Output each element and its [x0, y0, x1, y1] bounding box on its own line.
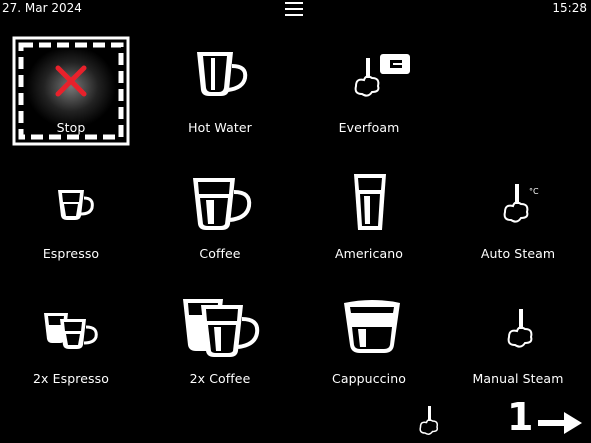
everfoam-button[interactable]: Everfoam: [310, 36, 428, 154]
time-display: 15:28: [552, 1, 587, 15]
stop-label: Stop: [56, 120, 86, 135]
date-display: 27. Mar 2024: [2, 1, 82, 15]
cappuccino-button[interactable]: Cappuccino: [310, 287, 428, 405]
double-coffee-button[interactable]: 2x Coffee: [161, 287, 279, 405]
double-espresso-label: 2x Espresso: [33, 371, 109, 386]
double-coffee-label: 2x Coffee: [189, 371, 251, 386]
coffee-button[interactable]: Coffee: [161, 162, 279, 280]
stop-x-icon: [55, 65, 87, 97]
hot-water-label: Hot Water: [188, 120, 252, 135]
everfoam-icon: [354, 54, 410, 97]
auto-steam-icon: °C: [503, 184, 539, 223]
auto-steam-unit: °C: [529, 187, 539, 196]
everfoam-label: Everfoam: [338, 120, 400, 135]
auto-steam-button[interactable]: °C Auto Steam: [459, 162, 577, 280]
manual-steam-label: Manual Steam: [472, 371, 564, 386]
menu-icon[interactable]: [285, 2, 303, 16]
americano-glass-icon: [354, 174, 386, 230]
double-espresso-button[interactable]: 2x Espresso: [12, 287, 130, 405]
hot-water-button[interactable]: Hot Water: [161, 36, 279, 154]
coffee-label: Coffee: [199, 246, 241, 261]
cappuccino-glass-icon: [344, 300, 400, 353]
manual-steam-icon: [507, 309, 533, 348]
cappuccino-label: Cappuccino: [332, 371, 406, 386]
page-number: 1: [507, 395, 534, 439]
status-bar: 27. Mar 2024 15:28: [0, 0, 591, 18]
hot-water-cup-icon: [197, 52, 248, 96]
manual-steam-button[interactable]: Manual Steam: [459, 287, 577, 405]
stop-button[interactable]: Stop: [12, 36, 130, 154]
espresso-button[interactable]: Espresso: [12, 162, 130, 280]
espresso-cup-icon: [58, 190, 94, 220]
auto-steam-label: Auto Steam: [480, 246, 556, 261]
double-coffee-icon: [183, 299, 260, 357]
coffee-cup-icon: [193, 178, 252, 230]
espresso-label: Espresso: [42, 246, 100, 261]
americano-label: Americano: [334, 246, 404, 261]
next-page-arrow-icon[interactable]: [538, 410, 584, 436]
double-espresso-icon: [44, 313, 98, 349]
steam-wand-icon[interactable]: [416, 402, 446, 440]
americano-button[interactable]: Americano: [310, 162, 428, 280]
